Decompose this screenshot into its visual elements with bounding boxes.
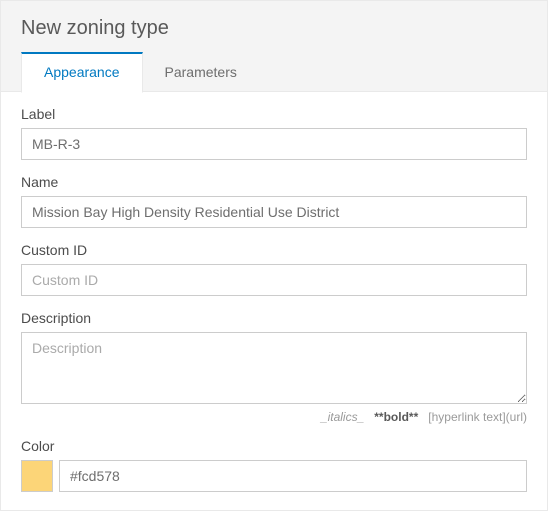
color-field-label: Color xyxy=(21,438,527,454)
color-input[interactable] xyxy=(59,460,527,492)
field-group-name: Name xyxy=(21,174,527,228)
field-group-custom-id: Custom ID xyxy=(21,242,527,296)
field-group-label: Label xyxy=(21,106,527,160)
zoning-type-panel: New zoning type Appearance Parameters La… xyxy=(0,0,548,511)
hint-italics: _italics_ xyxy=(321,410,364,424)
color-row xyxy=(21,460,527,492)
tab-appearance[interactable]: Appearance xyxy=(21,52,143,93)
field-group-color: Color xyxy=(21,438,527,492)
custom-id-field-label: Custom ID xyxy=(21,242,527,258)
custom-id-input[interactable] xyxy=(21,264,527,296)
field-group-description: Description _italics_ **bold** [hyperlin… xyxy=(21,310,527,424)
panel-title: New zoning type xyxy=(1,1,547,52)
tab-content-appearance: Label Name Custom ID Description _italic… xyxy=(1,91,547,510)
description-field-label: Description xyxy=(21,310,527,326)
tabs: Appearance Parameters xyxy=(1,52,547,92)
description-textarea[interactable] xyxy=(21,332,527,404)
name-field-label: Name xyxy=(21,174,527,190)
name-input[interactable] xyxy=(21,196,527,228)
label-input[interactable] xyxy=(21,128,527,160)
label-field-label: Label xyxy=(21,106,527,122)
tab-parameters[interactable]: Parameters xyxy=(143,52,259,92)
hint-bold: **bold** xyxy=(374,410,418,424)
hint-link: [hyperlink text](url) xyxy=(428,410,527,424)
color-swatch[interactable] xyxy=(21,460,53,492)
description-hints: _italics_ **bold** [hyperlink text](url) xyxy=(21,410,527,424)
